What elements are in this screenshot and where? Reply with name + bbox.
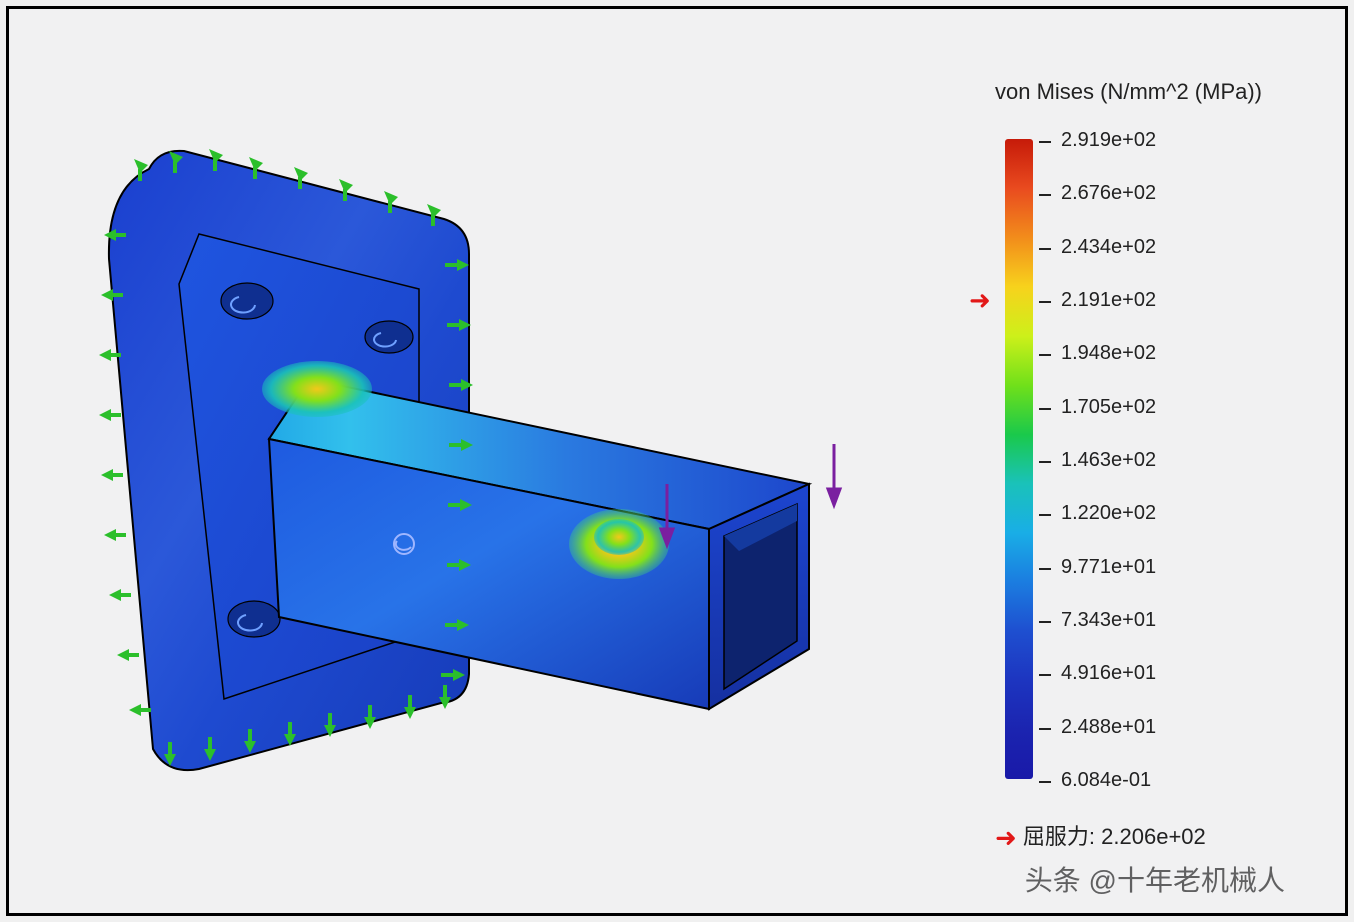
tick-label: 2.434e+02 xyxy=(1061,236,1156,259)
tick-mark xyxy=(1039,354,1051,356)
tick-label: 6.084e-01 xyxy=(1061,769,1151,792)
color-bar xyxy=(1005,139,1033,779)
tick-label: 4.916e+01 xyxy=(1061,662,1156,685)
tick-mark xyxy=(1039,514,1051,516)
viewport-frame: von Mises (N/mm^2 (MPa)) ➜ 2.919e+02 2.67… xyxy=(6,6,1348,916)
tick-mark xyxy=(1039,301,1051,303)
tick-label: 9.771e+01 xyxy=(1061,556,1156,579)
tick-mark xyxy=(1039,674,1051,676)
legend-title: von Mises (N/mm^2 (MPa)) xyxy=(995,79,1262,105)
watermark-text: 头条 @十年老机械人 xyxy=(1025,859,1285,899)
tick-label: 7.343e+01 xyxy=(1061,609,1156,632)
model-svg xyxy=(49,89,919,809)
simulation-plot[interactable] xyxy=(49,89,919,809)
tick-label: 2.191e+02 xyxy=(1061,289,1156,312)
tick-mark xyxy=(1039,461,1051,463)
tick-mark xyxy=(1039,248,1051,250)
tick-mark xyxy=(1039,194,1051,196)
tick-mark xyxy=(1039,621,1051,623)
tick-mark xyxy=(1039,408,1051,410)
tick-mark xyxy=(1039,141,1051,143)
yield-strength-label: ➜ 屈服力: 2.206e+02 xyxy=(995,819,1206,854)
tick-label: 1.948e+02 xyxy=(1061,342,1156,365)
tick-mark xyxy=(1039,568,1051,570)
tick-label: 2.919e+02 xyxy=(1061,129,1156,152)
tick-mark xyxy=(1039,728,1051,730)
tick-label: 2.676e+02 xyxy=(1061,182,1156,205)
tick-label: 1.705e+02 xyxy=(1061,396,1156,419)
tick-label: 2.488e+01 xyxy=(1061,716,1156,739)
tick-label: 1.220e+02 xyxy=(1061,502,1156,525)
yield-value: 2.206e+02 xyxy=(1101,824,1206,849)
tick-mark xyxy=(1039,781,1051,783)
tick-label: 1.463e+02 xyxy=(1061,449,1156,472)
yield-marker-arrow-icon: ➜ xyxy=(969,285,991,316)
arrow-right-icon: ➜ xyxy=(995,823,1017,853)
color-legend[interactable]: von Mises (N/mm^2 (MPa)) ➜ 2.919e+02 2.67… xyxy=(975,79,1295,879)
yield-label-text: 屈服力: xyxy=(1023,824,1095,849)
